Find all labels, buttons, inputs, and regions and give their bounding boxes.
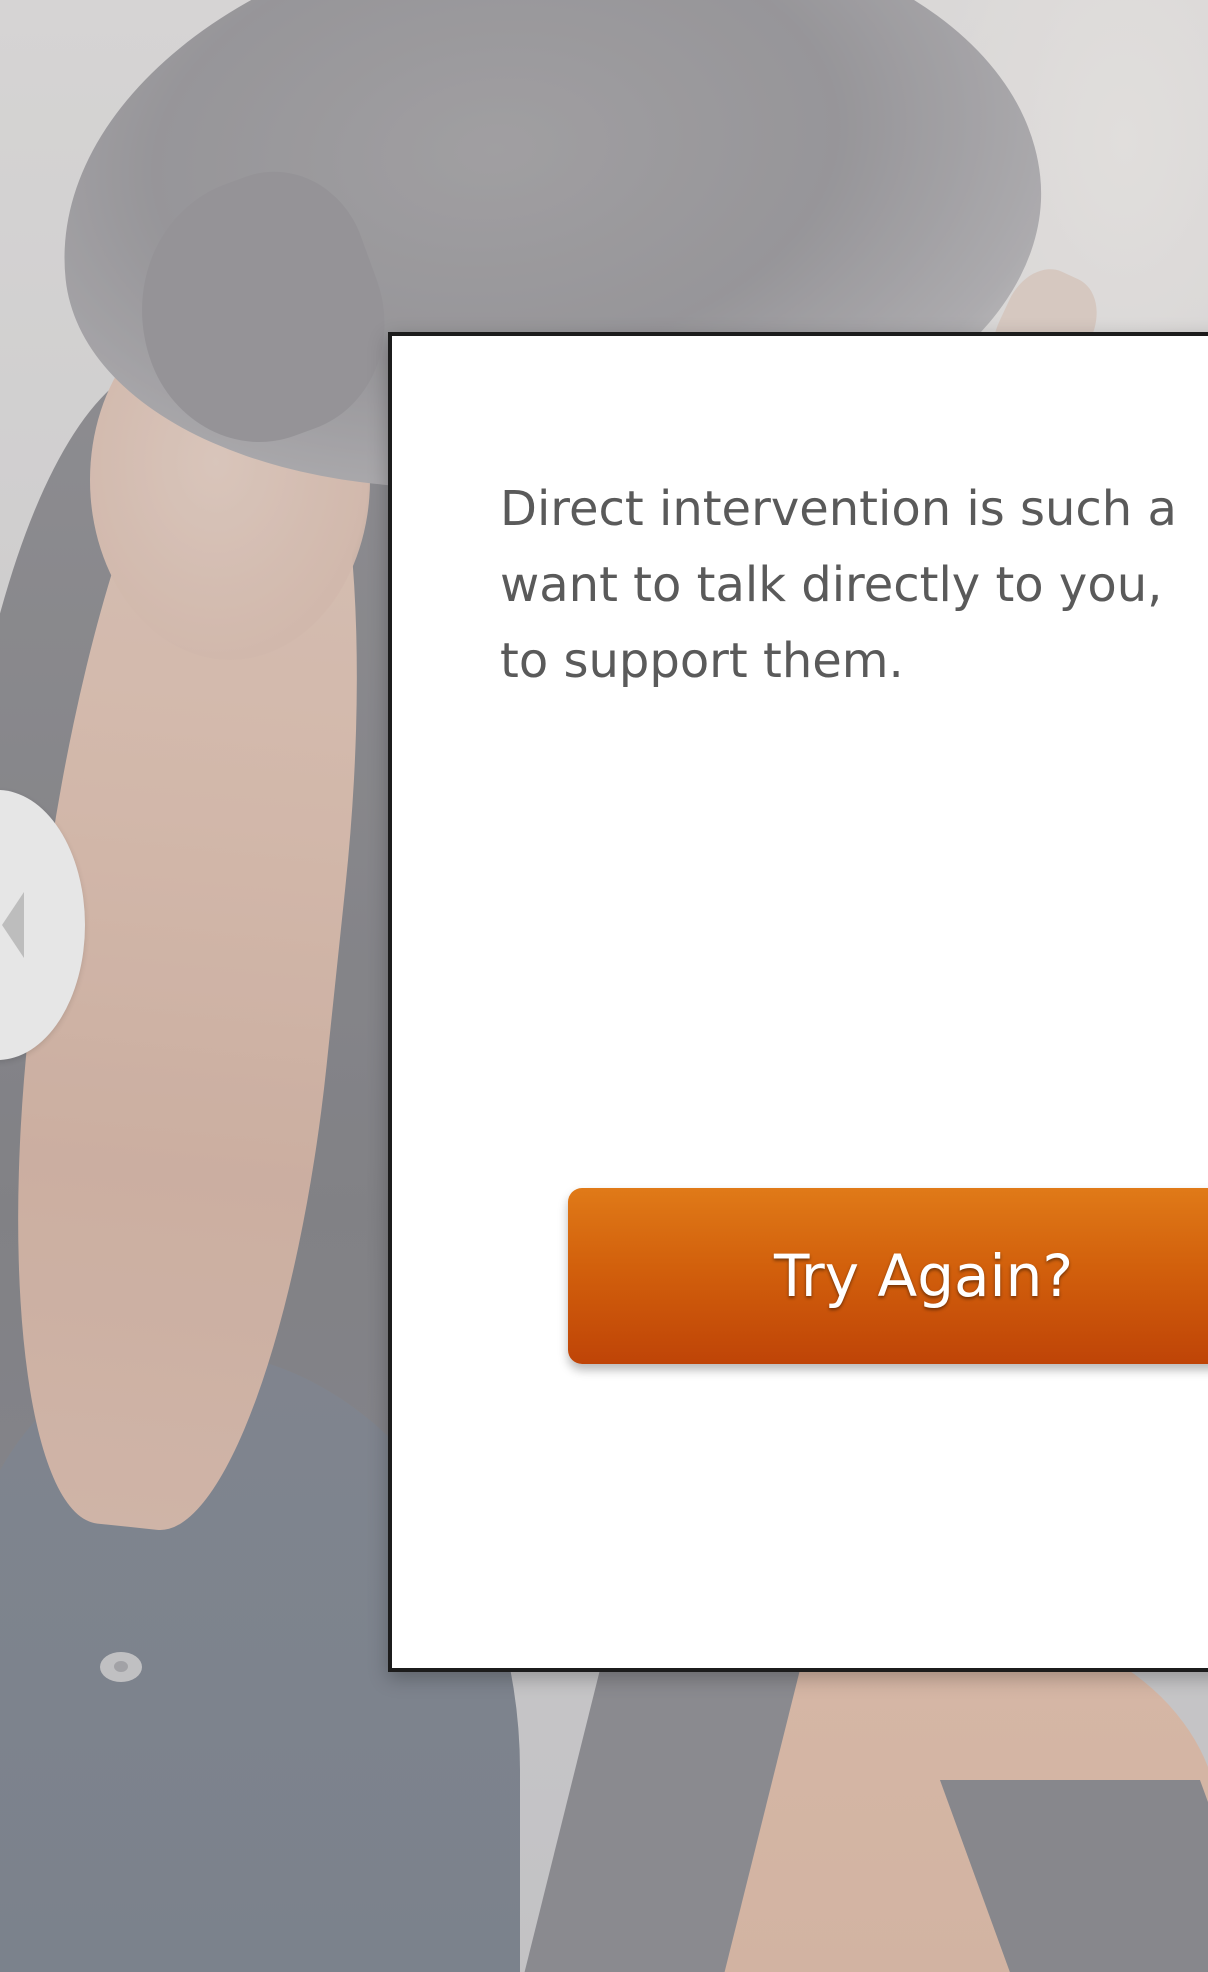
chevron-left-icon [2, 892, 24, 958]
dialog-message-line-1: Direct intervention is such a [500, 481, 1177, 537]
dialog-message: Direct intervention is such a want to ta… [500, 471, 1208, 699]
feedback-dialog: Direct intervention is such a want to ta… [388, 332, 1208, 1672]
try-again-button[interactable]: Try Again? [568, 1188, 1208, 1364]
app-screen: Direct intervention is such a want to ta… [0, 0, 1208, 1972]
dialog-message-line-3: to support them. [500, 633, 904, 689]
dialog-message-line-2: want to talk directly to you, [500, 557, 1163, 613]
